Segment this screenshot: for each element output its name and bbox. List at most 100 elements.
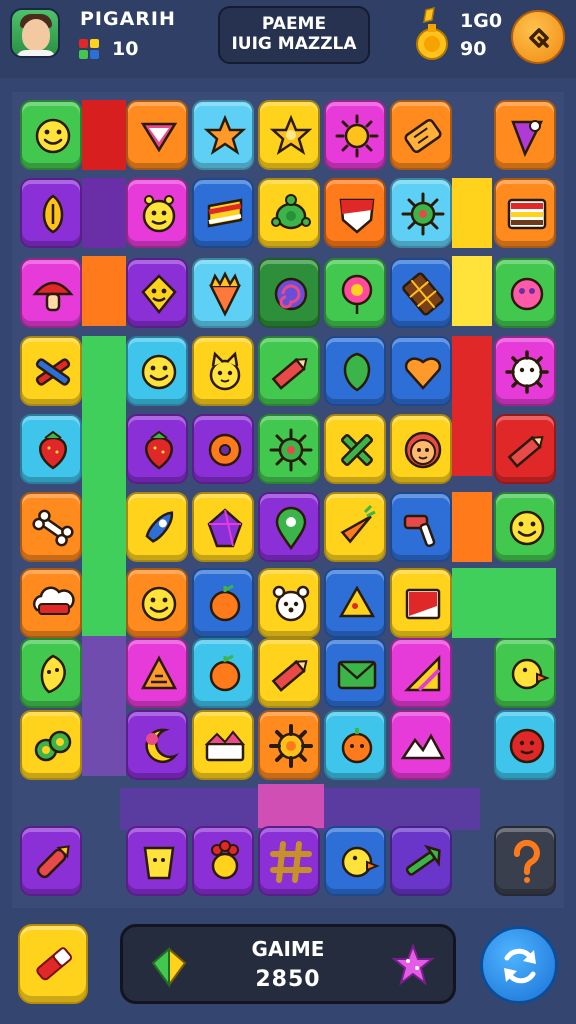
tile-tag[interactable]: [390, 100, 452, 170]
tile-heart[interactable]: [390, 336, 452, 406]
tile-envelope[interactable]: [324, 638, 386, 708]
tile-pin[interactable]: [258, 492, 320, 562]
tile-pencil[interactable]: [258, 336, 320, 406]
tile-mushroom[interactable]: [20, 258, 82, 328]
tile-cat-face[interactable]: [192, 336, 254, 406]
fish-tool-icon: [405, 844, 441, 876]
tile-spiky-cone[interactable]: [192, 258, 254, 328]
tile-triangle[interactable]: [126, 638, 188, 708]
tile-diamond-face[interactable]: [126, 258, 188, 328]
tile-orange-fruit[interactable]: [192, 568, 254, 638]
toothbrush-icon: [403, 514, 436, 548]
tile-pencil[interactable]: [258, 638, 320, 708]
chick-icon: [341, 846, 380, 878]
tile-chocolate[interactable]: [390, 258, 452, 328]
tile-crystal[interactable]: [192, 492, 254, 562]
tool-button[interactable]: [18, 924, 88, 1004]
tile-cheese[interactable]: [324, 568, 386, 638]
top-bar: PIGARIH 10 PAEME IUIG MAZZLA 1G0 90: [0, 0, 576, 78]
tile-chick[interactable]: [324, 826, 386, 896]
tile-star[interactable]: [258, 100, 320, 170]
tile-bear-face[interactable]: [258, 568, 320, 638]
tile-moon[interactable]: [126, 710, 188, 780]
tile-pumpkin[interactable]: [324, 710, 386, 780]
carrot-icon: [340, 504, 376, 544]
cat-face-icon: [209, 351, 241, 391]
tile-stripes[interactable]: [494, 178, 556, 248]
tile-pencil[interactable]: [494, 414, 556, 484]
tile-leaf-face[interactable]: [20, 638, 82, 708]
tile-smiley-face[interactable]: [126, 568, 188, 638]
tile-seed[interactable]: [20, 178, 82, 248]
spiky-cone-icon: [208, 271, 242, 317]
tile-bone[interactable]: [20, 492, 82, 562]
smiley-face-icon: [35, 118, 71, 154]
strawberry-icon: [39, 430, 67, 470]
tile-virus[interactable]: [258, 414, 320, 484]
board-band: [82, 178, 126, 248]
settings-button[interactable]: [511, 10, 565, 64]
tile-cloud-face[interactable]: [20, 568, 82, 638]
refresh-icon: [504, 948, 536, 984]
hashtag-icon: [270, 841, 312, 883]
tile-hashtag[interactable]: [258, 826, 320, 896]
tile-smiley-face[interactable]: [20, 100, 82, 170]
pencil-icon: [507, 435, 544, 468]
tile-orange-fruit[interactable]: [192, 638, 254, 708]
triangle-gem-icon: [140, 122, 178, 153]
tile-strawberry[interactable]: [126, 414, 188, 484]
tile-strawberry[interactable]: [20, 414, 82, 484]
tile-mountain[interactable]: [390, 710, 452, 780]
tile-toothbrush[interactable]: [390, 492, 452, 562]
star-face-icon: [203, 114, 247, 155]
tile-donut[interactable]: [192, 414, 254, 484]
swirl-icon: [274, 277, 308, 311]
tile-fish-tool[interactable]: [390, 826, 452, 896]
tile-flag[interactable]: [390, 568, 452, 638]
tile-sun[interactable]: [324, 100, 386, 170]
tile-lion-face[interactable]: [390, 414, 452, 484]
tile-question-mark[interactable]: [494, 826, 556, 896]
cake-icon: [204, 730, 246, 762]
virus-icon: [269, 428, 313, 472]
tile-rocket[interactable]: [126, 492, 188, 562]
tile-cake[interactable]: [192, 710, 254, 780]
tile-gear-face[interactable]: [494, 336, 556, 406]
tile-crayon[interactable]: [20, 826, 82, 896]
tile-turtle[interactable]: [258, 178, 320, 248]
tile-swirl[interactable]: [258, 258, 320, 328]
tile-shield[interactable]: [324, 178, 386, 248]
tile-cross-tool[interactable]: [324, 414, 386, 484]
tile-flower[interactable]: [192, 826, 254, 896]
tile-tools[interactable]: [20, 336, 82, 406]
board-band: [82, 636, 126, 776]
tile-leaf[interactable]: [324, 336, 386, 406]
tile-carrot[interactable]: [324, 492, 386, 562]
leaf-face-icon: [40, 654, 66, 694]
tile-blob[interactable]: [494, 258, 556, 328]
tile-monster-face[interactable]: [126, 178, 188, 248]
mountain-icon: [400, 733, 446, 760]
question-mark-icon: [513, 839, 540, 883]
tile-red-ball[interactable]: [494, 710, 556, 780]
tile-cheese-face[interactable]: [126, 826, 188, 896]
tile-ruler[interactable]: [390, 638, 452, 708]
tile-triangle-gem[interactable]: [126, 100, 188, 170]
tile-gear[interactable]: [258, 710, 320, 780]
score-panel: GAIME 2850: [120, 924, 456, 1004]
tile-book[interactable]: [192, 178, 254, 248]
tile-chick[interactable]: [494, 638, 556, 708]
crayon-icon: [36, 845, 70, 879]
tile-smiley-face[interactable]: [126, 336, 188, 406]
virus-icon: [401, 192, 445, 236]
tile-star-face[interactable]: [192, 100, 254, 170]
tile-smiley-face[interactable]: [494, 492, 556, 562]
tile-virus[interactable]: [390, 178, 452, 248]
tile-balloon[interactable]: [324, 258, 386, 328]
tile-rings[interactable]: [20, 710, 82, 780]
refresh-button[interactable]: [480, 926, 558, 1004]
player-avatar[interactable]: [10, 8, 60, 58]
game-title: PAEME IUIG MAZZLA: [218, 6, 370, 64]
triangle-icon: [140, 655, 178, 690]
tile-cone[interactable]: [494, 100, 556, 170]
